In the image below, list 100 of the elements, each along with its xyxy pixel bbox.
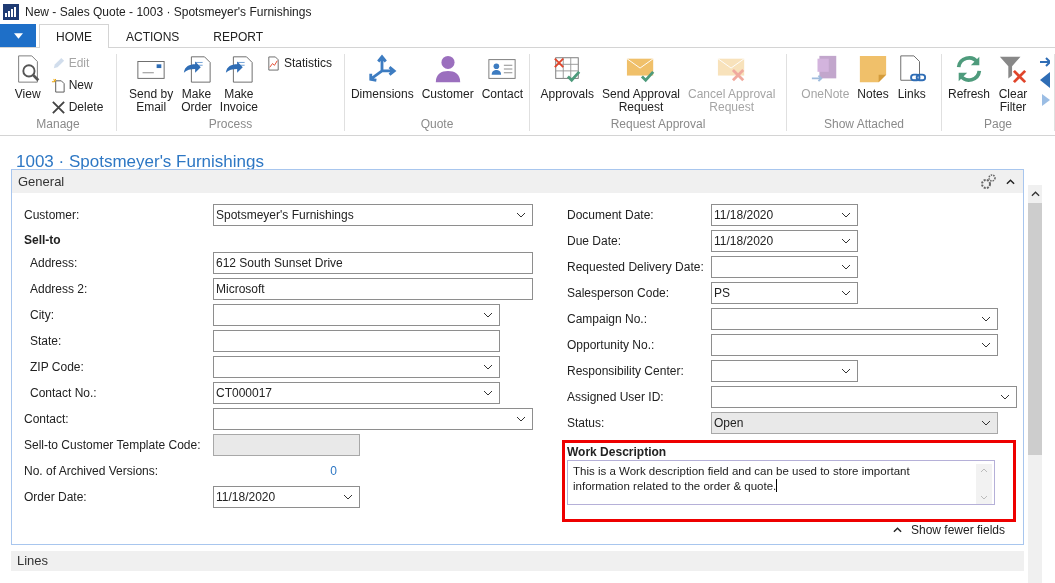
field-label: Contact No.: [30, 386, 98, 400]
input-field[interactable] [213, 434, 360, 456]
section-title: Lines [17, 553, 49, 568]
chevron-down-icon [981, 316, 991, 322]
dropdown-field[interactable]: PS [711, 282, 858, 304]
chevron-down-icon [1000, 394, 1010, 400]
scroll-up-icon[interactable] [1030, 191, 1040, 197]
chevron-down-icon [516, 416, 526, 422]
input-field[interactable]: 612 South Sunset Drive [213, 252, 533, 274]
delete-icon [50, 99, 66, 115]
app-logo-icon [3, 4, 19, 20]
ribbon-button[interactable]: View [10, 54, 45, 117]
calendar-check-icon [552, 54, 583, 84]
chevron-down-icon [483, 312, 493, 318]
ribbon-button[interactable]: Make Order [179, 54, 214, 117]
settings-icon[interactable] [980, 173, 996, 190]
chevron-down-icon [841, 290, 851, 296]
group-label: Request Approval [610, 117, 706, 131]
scrollbar[interactable] [976, 464, 992, 504]
input-field[interactable] [213, 330, 500, 352]
field-label: Requested Delivery Date: [567, 260, 705, 274]
field-label: State: [30, 334, 63, 348]
field-label: Customer: [24, 208, 81, 222]
ribbon-button[interactable]: Make Invoice [217, 54, 260, 117]
dropdown-field[interactable] [213, 304, 500, 326]
chevron-down-icon [841, 212, 851, 218]
field-label: Work Description [567, 445, 668, 460]
group-label: Page [984, 117, 1012, 131]
field-label: Order Date: [24, 490, 88, 504]
text-area[interactable]: This is a Work description field and can be used to store important information related to the order & quote. [567, 460, 995, 505]
chevron-down-icon [516, 212, 526, 218]
dropdown-field[interactable] [213, 408, 533, 430]
collapse-icon[interactable] [1006, 178, 1015, 185]
field-label: Status: [567, 416, 606, 430]
ribbon-button[interactable]: Approvals [538, 54, 596, 117]
ribbon-tab[interactable]: HOME [39, 24, 109, 48]
window-title: New - Sales Quote - 1003 · Spotsmeyer's Furnishings [25, 5, 312, 19]
caret-up-icon [892, 527, 902, 533]
ribbon-button[interactable]: Statistics [263, 54, 334, 72]
field-label: No. of Archived Versions: [24, 464, 160, 478]
field-label: Salesperson Code: [567, 286, 671, 300]
dropdown-field[interactable] [711, 256, 858, 278]
field-label: ZIP Code: [30, 360, 85, 374]
chevron-down-icon [483, 364, 493, 370]
field-label: Contact: [24, 412, 70, 426]
dropdown-field[interactable] [213, 356, 500, 378]
field-label: Address 2: [30, 282, 89, 296]
section-title: General [18, 174, 65, 189]
input-field[interactable]: Microsoft [213, 278, 533, 300]
chevron-down-icon [981, 420, 991, 426]
ribbon-button[interactable]: Dimensions [348, 54, 416, 117]
ribbon-button[interactable]: Delete [48, 98, 106, 116]
ribbon-tab[interactable]: REPORT [196, 25, 281, 48]
menu-button[interactable] [0, 24, 36, 47]
ribbon-button[interactable]: Send by Email [127, 54, 176, 117]
field-label: Campaign No.: [567, 312, 649, 326]
group-label: Show Attached [823, 117, 905, 131]
ribbon-button[interactable]: Refresh [946, 54, 992, 117]
field-label: Due Date: [567, 234, 623, 248]
chart-document-icon [265, 55, 281, 71]
page-title: 1003 · Spotsmeyer's Furnishings [15, 151, 265, 169]
ribbon-button[interactable]: Notes [855, 54, 891, 117]
dropdown-field[interactable] [711, 334, 998, 356]
field-label: Sell-to Customer Template Code: [24, 438, 202, 452]
group-label: Quote [420, 117, 454, 131]
three-arrows-icon [367, 54, 398, 84]
dropdown-field[interactable]: Open [711, 412, 998, 434]
group-label: Manage [36, 117, 80, 131]
caret-icon [13, 32, 23, 39]
document-arrow-icon [181, 54, 212, 84]
field-value: 0 [329, 464, 338, 478]
field-label: Document Date: [567, 208, 655, 222]
ribbon-button[interactable]: Send Approval Request [599, 54, 682, 117]
dropdown-field[interactable]: CT000017 [213, 382, 500, 404]
ribbon-tab[interactable]: ACTIONS [109, 25, 197, 48]
chevron-down-icon [981, 342, 991, 348]
ribbon-button[interactable]: Links [894, 54, 929, 117]
dropdown-field[interactable] [711, 360, 858, 382]
dropdown-field[interactable]: 11/18/2020 [711, 230, 858, 252]
document-arrow-icon [223, 54, 254, 84]
field-label: Assigned User ID: [567, 390, 665, 404]
chevron-down-icon [343, 494, 353, 500]
dropdown-field[interactable] [711, 386, 1017, 408]
dropdown-field[interactable]: 11/18/2020 [213, 486, 360, 508]
field-label: City: [30, 308, 55, 322]
scroll-down-icon[interactable] [980, 495, 988, 500]
chevron-down-icon [841, 264, 851, 270]
ribbon-button[interactable]: New [48, 76, 106, 94]
ribbon-button[interactable]: Clear Filter [996, 54, 1030, 117]
show-fewer-fields-link[interactable]: Show fewer fields [892, 523, 1005, 537]
chevron-down-icon [483, 390, 493, 396]
ribbon-button[interactable]: Contact [479, 54, 526, 117]
dropdown-field[interactable]: Spotsmeyer's Furnishings [213, 204, 533, 226]
field-label: Opportunity No.: [567, 338, 656, 352]
section-heading: Sell-to [24, 232, 62, 249]
dropdown-field[interactable]: 11/18/2020 [711, 204, 858, 226]
dropdown-field[interactable] [711, 308, 998, 330]
sticky-note-icon [858, 54, 888, 84]
ribbon-button[interactable]: Customer [419, 54, 476, 117]
scrollbar[interactable] [1028, 185, 1042, 583]
